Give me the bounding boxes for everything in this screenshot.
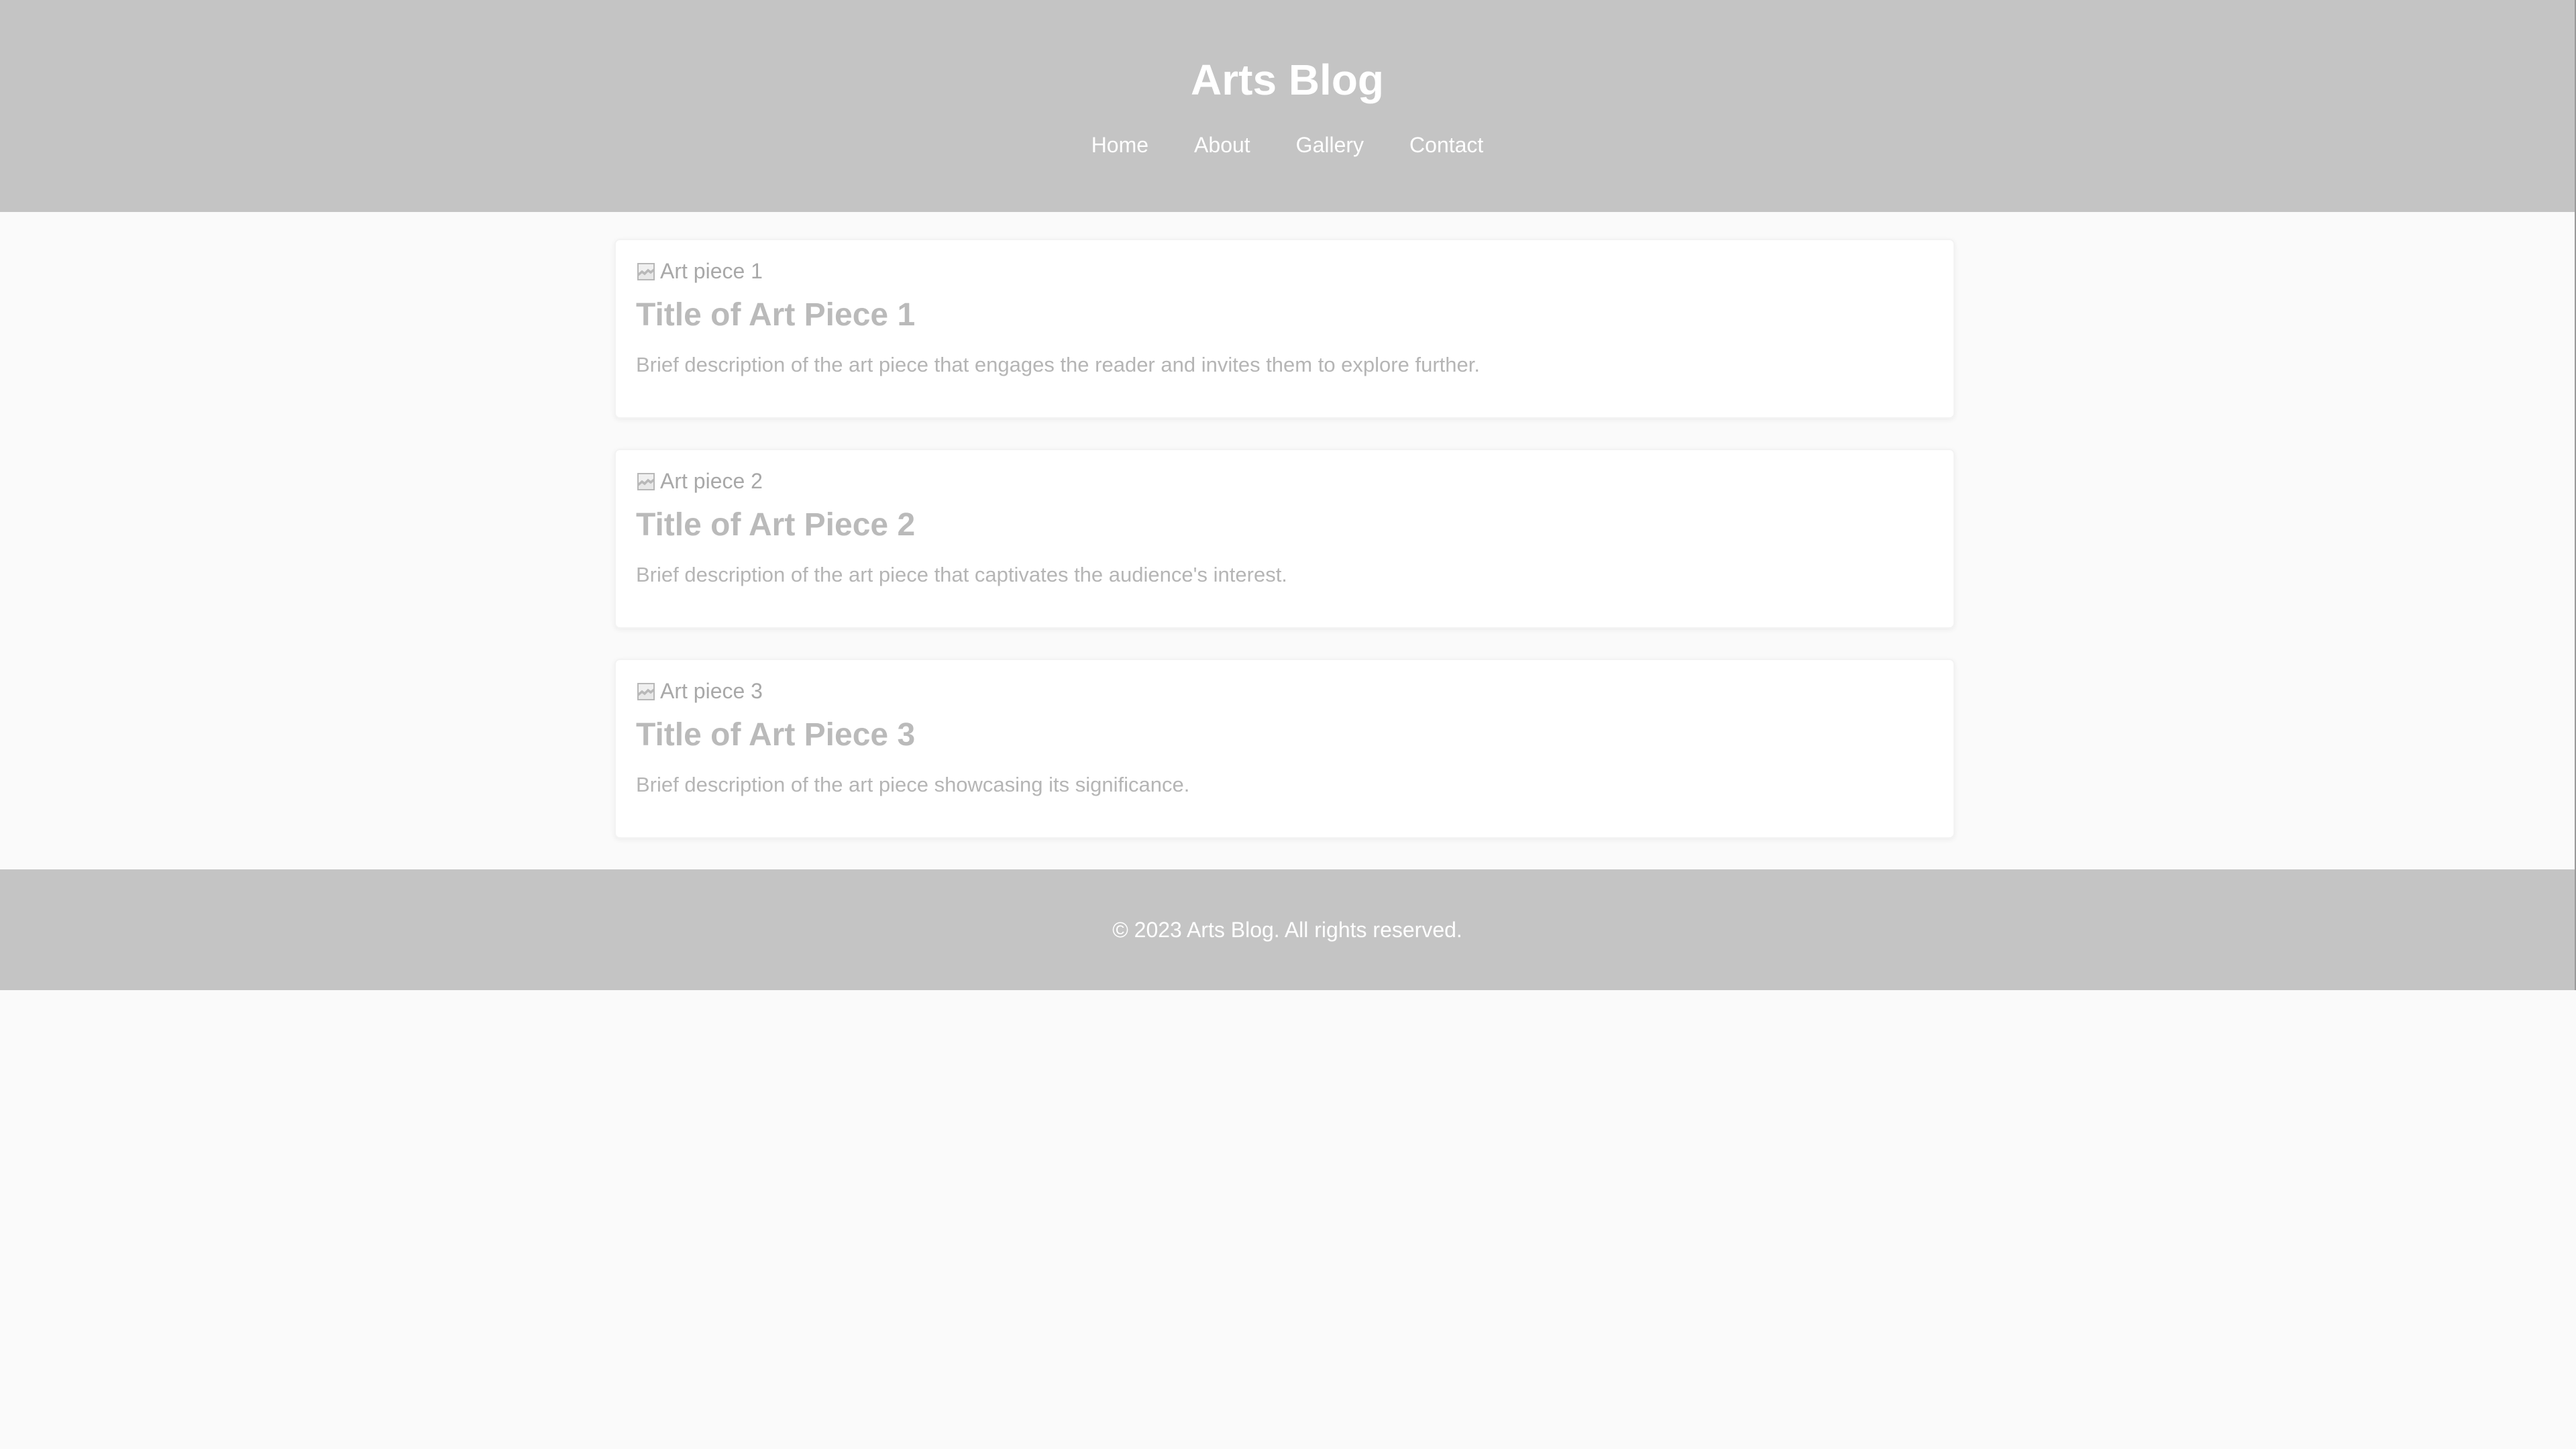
nav-gallery-link[interactable]: Gallery	[1296, 131, 1364, 158]
post-card: Art piece 3 Title of Art Piece 3 Brief d…	[614, 659, 1955, 839]
post-description: Brief description of the art piece showc…	[636, 773, 1190, 796]
post-description: Brief description of the art piece that …	[636, 563, 1287, 586]
post-image: Art piece 1	[636, 256, 1933, 286]
broken-image-icon	[637, 263, 655, 280]
copyright-text: © 2023 Arts Blog. All rights reserved.	[1112, 918, 1462, 942]
image-alt-text: Art piece 2	[660, 468, 763, 493]
nav-home-link[interactable]: Home	[1091, 131, 1148, 158]
nav-about-link[interactable]: About	[1194, 131, 1250, 158]
post-list: Art piece 1 Title of Art Piece 1 Brief d…	[614, 239, 1955, 869]
site-header: Arts Blog Home About Gallery Contact	[0, 0, 2575, 212]
post-title: Title of Art Piece 3	[636, 717, 916, 753]
post-title: Title of Art Piece 1	[636, 297, 916, 333]
image-alt-text: Art piece 3	[660, 678, 763, 703]
post-image: Art piece 2	[636, 466, 1933, 496]
site-title: Arts Blog	[1191, 56, 1384, 104]
site-footer: © 2023 Arts Blog. All rights reserved.	[0, 869, 2575, 990]
nav-contact-link[interactable]: Contact	[1409, 131, 1483, 158]
image-alt-text: Art piece 1	[660, 258, 763, 283]
broken-image-icon	[637, 683, 655, 700]
main-nav: Home About Gallery Contact	[0, 131, 2575, 158]
broken-image-icon	[637, 473, 655, 490]
post-title: Title of Art Piece 2	[636, 507, 916, 543]
post-description: Brief description of the art piece that …	[636, 353, 1480, 376]
post-image: Art piece 3	[636, 676, 1933, 706]
post-card: Art piece 1 Title of Art Piece 1 Brief d…	[614, 239, 1955, 419]
post-card: Art piece 2 Title of Art Piece 2 Brief d…	[614, 449, 1955, 629]
